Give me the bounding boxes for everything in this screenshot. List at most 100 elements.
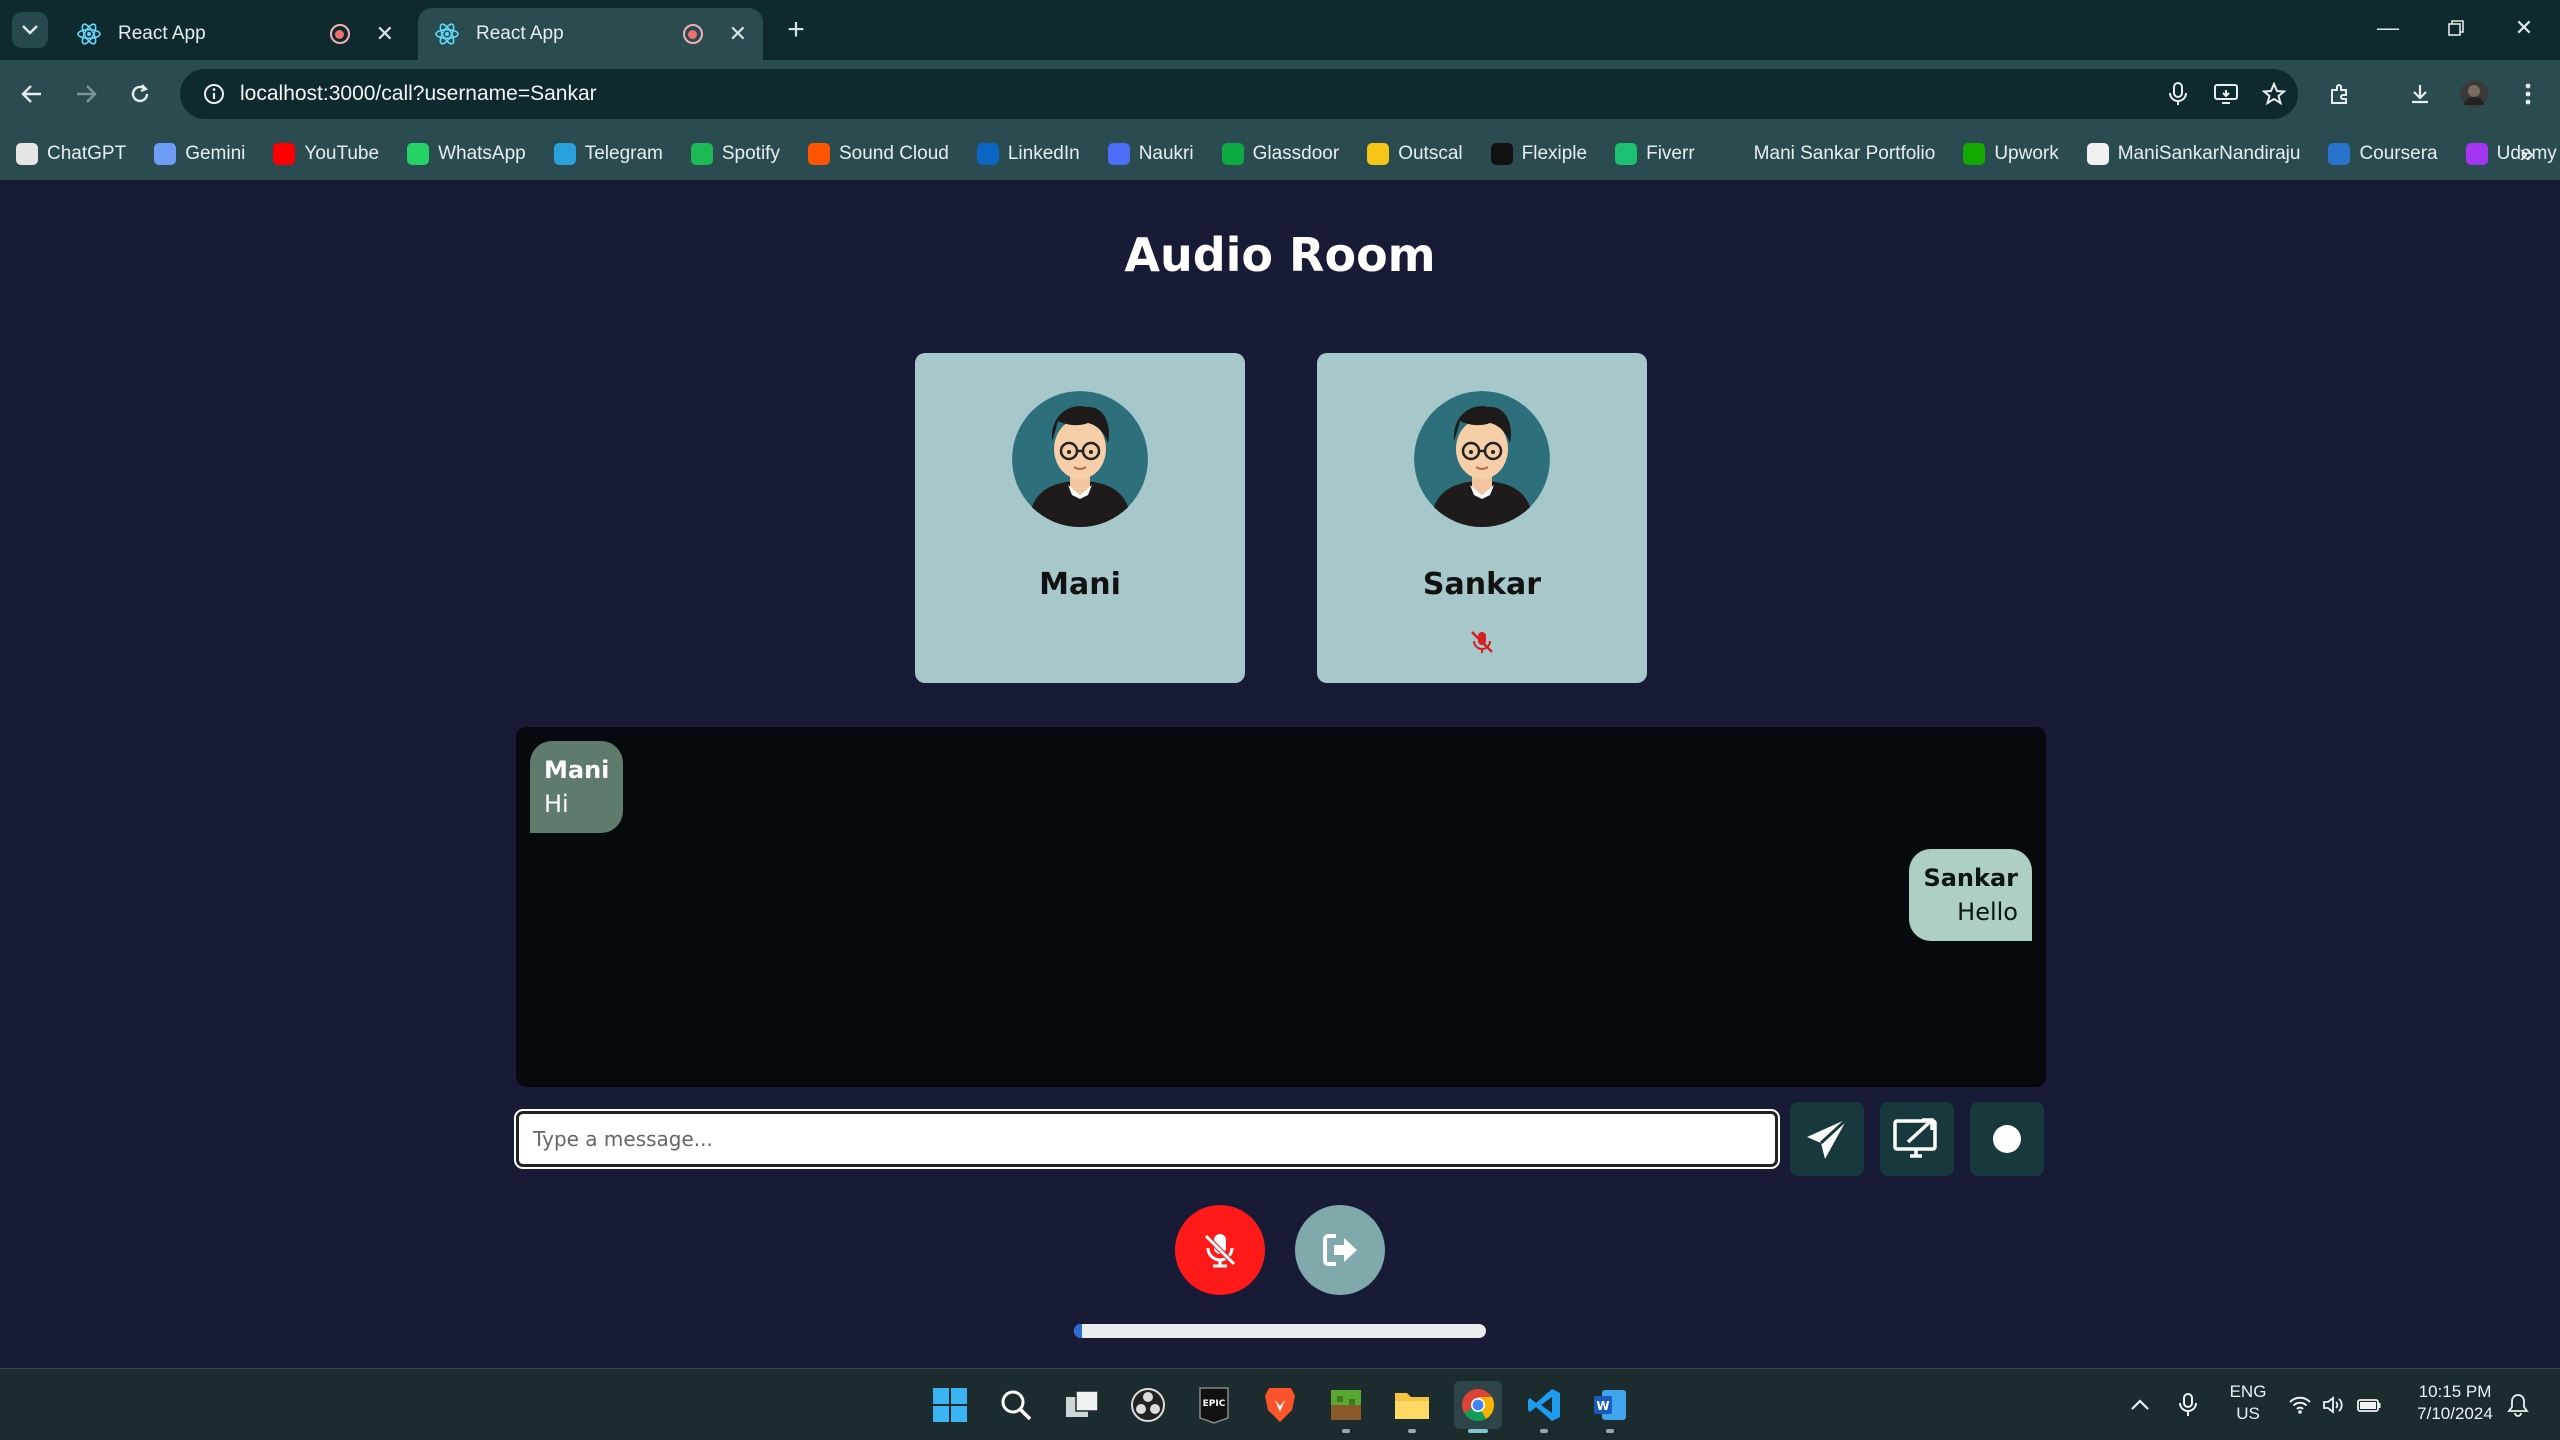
browser-menu-button[interactable] (2508, 74, 2548, 114)
bookmark-label: Fiverr (1646, 143, 1695, 164)
bookmark-item[interactable]: Glassdoor (1221, 143, 1339, 165)
bookmark-item[interactable]: Fiverr (1615, 143, 1695, 165)
bookmark-item[interactable]: Outscal (1367, 143, 1463, 165)
browser-tab[interactable]: React App ✕ (60, 8, 410, 60)
send-button[interactable] (1790, 1102, 1864, 1176)
restore-button[interactable] (2426, 8, 2486, 48)
task-view-button[interactable] (1058, 1381, 1106, 1429)
audio-level-bar (1074, 1324, 1486, 1338)
bell-icon (2507, 1394, 2529, 1417)
taskbar-app-vscode[interactable] (1520, 1381, 1568, 1433)
tab-search-button[interactable] (12, 12, 48, 48)
bookmark-label: Telegram (584, 143, 663, 164)
bookmark-item[interactable]: ManiSankarNandiraju (2086, 143, 2300, 165)
profile-avatar[interactable] (2454, 74, 2494, 114)
fiverr-icon (1615, 143, 1638, 165)
message-input[interactable] (514, 1109, 1780, 1169)
participant-name: Sankar (1422, 567, 1542, 602)
bookmark-label: Spotify (721, 143, 780, 164)
address-bar[interactable]: localhost:3000/call?username=Sankar (180, 69, 2298, 119)
reload-button[interactable] (120, 74, 160, 114)
glassdoor-icon (1221, 143, 1244, 165)
cast-icon[interactable] (2202, 70, 2250, 118)
record-button[interactable] (1970, 1102, 2044, 1176)
bookmark-item[interactable]: Naukri (1107, 143, 1194, 165)
notifications-button[interactable] (2498, 1381, 2538, 1429)
bookmarks-bar: ChatGPT Gemini YouTube WhatsApp Telegram Spot… (0, 128, 2560, 180)
quick-settings-button[interactable] (2280, 1381, 2390, 1429)
bookmark-item[interactable]: Spotify (690, 143, 780, 165)
mic-muted-icon (1471, 631, 1493, 653)
participant-card-mani: Mani (915, 353, 1245, 683)
tray-microphone[interactable] (2164, 1381, 2212, 1429)
taskbar-app-minecraft[interactable] (1322, 1381, 1370, 1433)
site-info-icon[interactable] (194, 83, 234, 105)
bookmark-item[interactable]: Flexiple (1490, 143, 1588, 165)
udemy-icon (2465, 143, 2488, 165)
folder-icon (1395, 1393, 1429, 1419)
bookmark-item[interactable]: Mani Sankar Portfolio (1722, 143, 1935, 165)
bookmark-item[interactable]: Upwork (1963, 143, 2059, 165)
wifi-icon (2289, 1396, 2311, 1414)
clock[interactable]: 10:15 PM 7/10/2024 (2402, 1381, 2508, 1425)
taskbar-app-obs[interactable] (1124, 1381, 1172, 1429)
forward-button[interactable] (66, 74, 106, 114)
bookmark-item[interactable]: WhatsApp (407, 143, 526, 165)
extensions-button[interactable] (2320, 74, 2360, 114)
bookmark-label: Flexiple (1521, 143, 1588, 164)
bookmark-item[interactable]: Gemini (154, 143, 245, 165)
share-screen-button[interactable] (1880, 1102, 1954, 1176)
arrow-left-icon (21, 85, 41, 103)
avatar (1414, 391, 1550, 527)
bookmark-item[interactable]: Udemy (2465, 143, 2557, 165)
bookmark-item[interactable]: YouTube (273, 143, 379, 165)
download-icon (2412, 85, 2428, 104)
microphone-icon[interactable] (2154, 70, 2202, 118)
browser-tab-active[interactable]: React App ✕ (418, 8, 763, 60)
back-button[interactable] (12, 74, 52, 114)
word-icon: W (1594, 1390, 1626, 1420)
taskbar-app-epic-games[interactable]: EPIC (1190, 1381, 1238, 1429)
bookmark-star-icon[interactable] (2250, 70, 2298, 118)
time-text: 10:15 PM (2418, 1382, 2492, 1401)
telegram-icon (553, 143, 576, 165)
bookmark-label: ChatGPT (47, 143, 127, 164)
tray-overflow-button[interactable] (2116, 1381, 2164, 1429)
running-indicator (1342, 1429, 1350, 1433)
language-indicator[interactable]: ENG US (2222, 1381, 2274, 1425)
bookmark-item[interactable]: Sound Cloud (807, 143, 949, 165)
bookmark-item[interactable]: ChatGPT (16, 143, 126, 165)
taskbar-search[interactable] (992, 1381, 1040, 1429)
url-text[interactable]: localhost:3000/call?username=Sankar (240, 82, 2154, 106)
taskbar-app-chrome[interactable] (1454, 1381, 1502, 1433)
taskbar-app-brave[interactable] (1256, 1381, 1304, 1429)
battery-icon (2357, 1399, 2381, 1412)
search-icon (1001, 1390, 1032, 1421)
bookmark-item[interactable]: LinkedIn (976, 143, 1080, 165)
minimize-button[interactable]: — (2358, 8, 2418, 48)
chat-messages-panel[interactable]: Mani Hi Sankar Hello (516, 727, 2046, 1087)
mute-toggle-button[interactable] (1175, 1205, 1265, 1295)
tab-title: React App (118, 23, 206, 44)
running-indicator (1606, 1429, 1614, 1433)
new-tab-button[interactable]: + (778, 12, 814, 48)
arrow-right-icon (77, 85, 97, 103)
downloads-button[interactable] (2400, 74, 2440, 114)
running-indicator (1408, 1429, 1416, 1433)
leave-call-button[interactable] (1295, 1205, 1385, 1295)
bookmark-item[interactable]: Coursera (2328, 143, 2438, 165)
start-button[interactable] (926, 1381, 974, 1429)
taskbar-app-file-explorer[interactable] (1388, 1381, 1436, 1433)
whatsapp-icon (407, 143, 430, 165)
more-bookmarks-icon[interactable]: » (2520, 138, 2534, 169)
close-tab-icon[interactable]: ✕ (376, 21, 394, 47)
youtube-icon (273, 143, 296, 165)
chat-message: Sankar Hello (1909, 849, 2032, 941)
bookmark-item[interactable]: Telegram (553, 143, 663, 165)
close-tab-icon[interactable]: ✕ (729, 21, 747, 47)
language-code: ENG (2229, 1382, 2267, 1401)
minimize-icon: — (2377, 15, 2399, 40)
chevron-up-icon (2131, 1399, 2149, 1410)
taskbar-app-word[interactable]: W (1586, 1381, 1634, 1433)
close-window-button[interactable]: ✕ (2494, 8, 2554, 48)
